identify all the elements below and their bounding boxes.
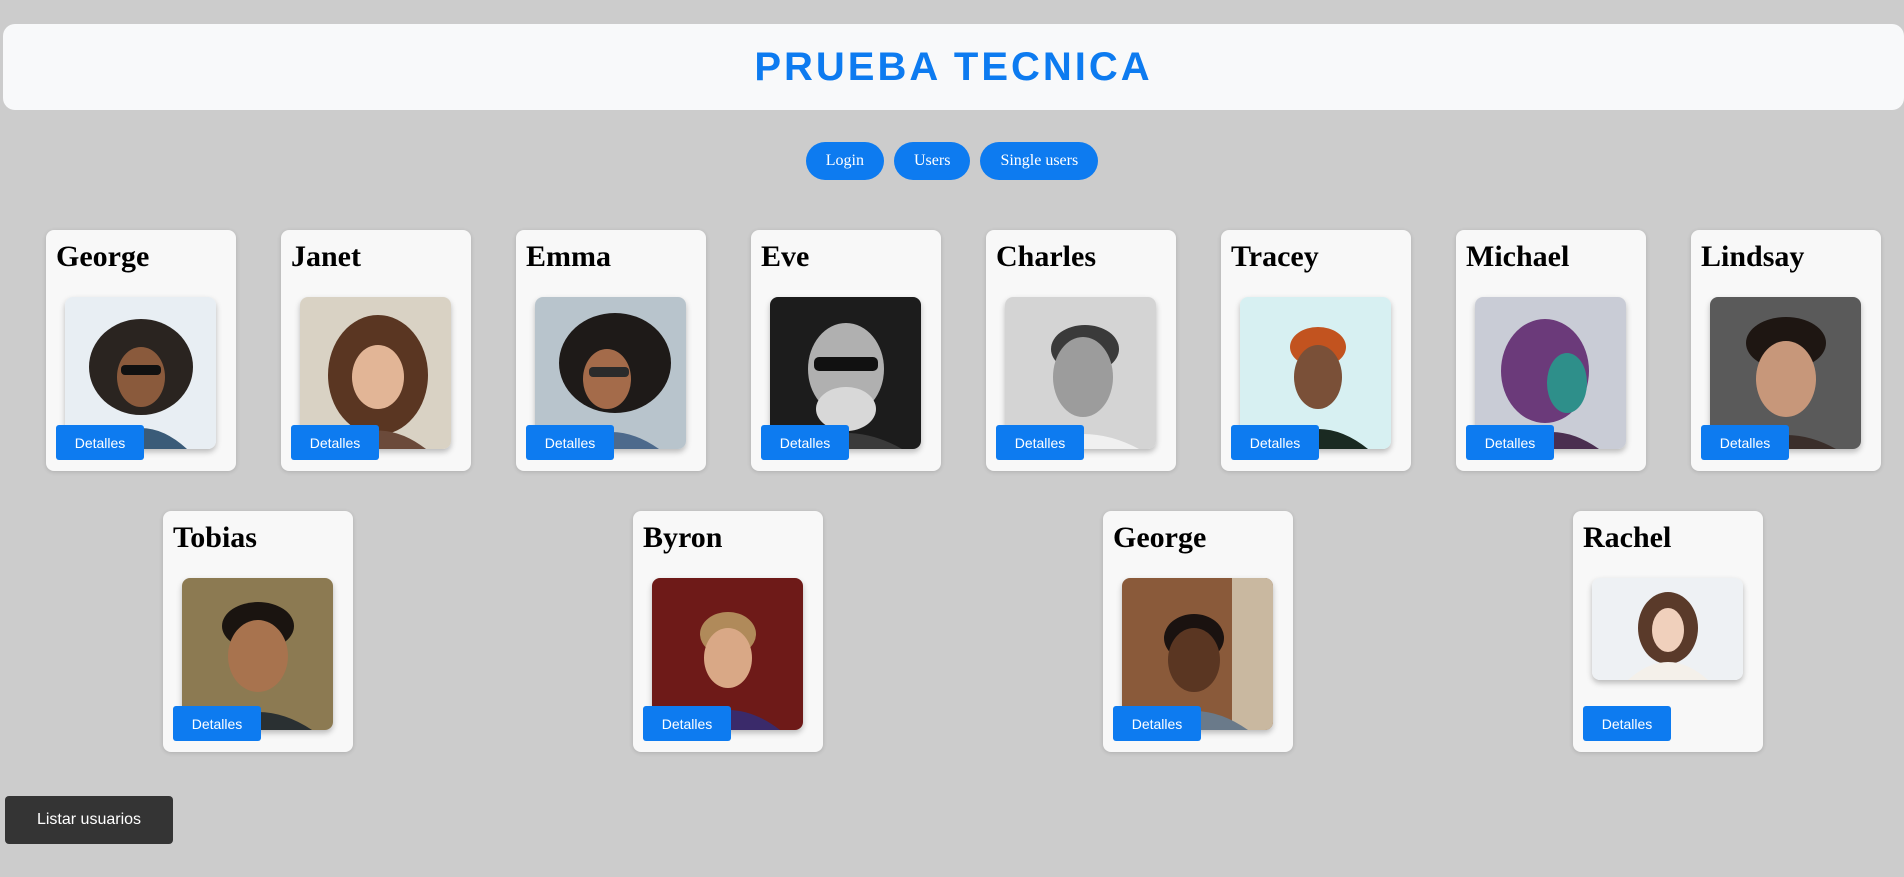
single-users-button[interactable]: Single users	[980, 142, 1099, 180]
detalles-button[interactable]: Detalles	[56, 425, 144, 460]
detalles-button[interactable]: Detalles	[526, 425, 614, 460]
user-name: Rachel	[1583, 521, 1672, 554]
detalles-button[interactable]: Detalles	[996, 425, 1084, 460]
user-name: Emma	[526, 240, 611, 273]
user-name: George	[56, 240, 150, 273]
user-name: Tobias	[173, 521, 257, 554]
user-name: Michael	[1466, 240, 1570, 273]
user-name: Lindsay	[1701, 240, 1805, 273]
detalles-button[interactable]: Detalles	[1701, 425, 1789, 460]
login-button[interactable]: Login	[805, 142, 884, 180]
user-card: Emma Detalles	[516, 230, 706, 471]
page-header: PRUEBA TECNICA	[3, 24, 1904, 110]
user-card: Tobias Detalles	[163, 511, 353, 752]
user-card: Janet Detalles	[281, 230, 471, 471]
user-card: Eve Detalles	[751, 230, 941, 471]
user-card: Michael Detalles	[1456, 230, 1646, 471]
detalles-button[interactable]: Detalles	[643, 706, 731, 741]
user-name: Charles	[996, 240, 1096, 273]
user-card: Tracey Detalles	[1221, 230, 1411, 471]
detalles-button[interactable]: Detalles	[1466, 425, 1554, 460]
nav-bar: Login Users Single users	[0, 142, 1904, 180]
avatar-photo	[1592, 578, 1743, 680]
user-card: George Detalles	[1103, 511, 1293, 752]
users-button[interactable]: Users	[894, 142, 971, 180]
user-card: Rachel Detalles	[1573, 511, 1763, 752]
user-card: George Detalles	[46, 230, 236, 471]
user-name: Tracey	[1231, 240, 1319, 273]
user-card: Byron Detalles	[633, 511, 823, 752]
user-name: Eve	[761, 240, 810, 273]
user-name: George	[1113, 521, 1207, 554]
user-name: Janet	[291, 240, 361, 273]
detalles-button[interactable]: Detalles	[173, 706, 261, 741]
list-users-button[interactable]: Listar usuarios	[5, 796, 173, 844]
user-card: Charles Detalles	[986, 230, 1176, 471]
page-title: PRUEBA TECNICA	[754, 44, 1153, 89]
detalles-button[interactable]: Detalles	[1583, 706, 1671, 741]
user-card: Lindsay Detalles	[1691, 230, 1881, 471]
detalles-button[interactable]: Detalles	[291, 425, 379, 460]
user-name: Byron	[643, 521, 723, 554]
detalles-button[interactable]: Detalles	[1113, 706, 1201, 741]
detalles-button[interactable]: Detalles	[761, 425, 849, 460]
user-avatar	[1592, 578, 1743, 680]
detalles-button[interactable]: Detalles	[1231, 425, 1319, 460]
